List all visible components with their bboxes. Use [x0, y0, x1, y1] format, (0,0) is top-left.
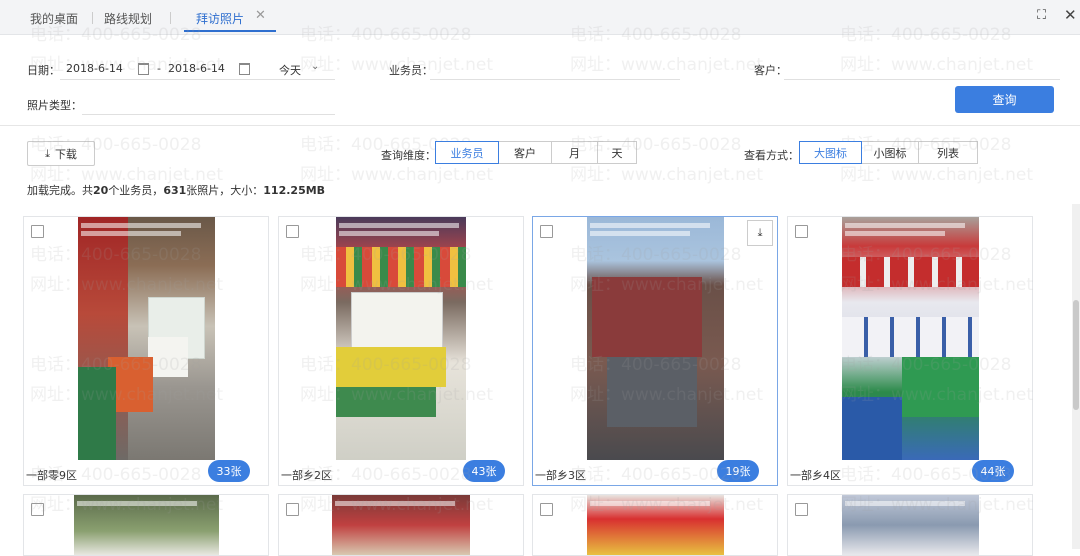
download-button[interactable]: ⤓ 下载: [27, 141, 95, 166]
date-from-input[interactable]: 2018-6-14: [66, 62, 123, 75]
card-checkbox[interactable]: [286, 225, 299, 238]
salesman-input[interactable]: [430, 79, 680, 80]
view-large-icons[interactable]: 大图标: [799, 141, 862, 164]
view-label: 查看方式：: [744, 149, 799, 162]
photo-thumbnail[interactable]: [78, 217, 215, 460]
close-tab-icon[interactable]: ✕: [255, 8, 266, 23]
period-select[interactable]: 今天: [279, 62, 301, 78]
photo-card[interactable]: [532, 494, 778, 556]
close-window-icon[interactable]: ✕: [1064, 6, 1077, 24]
download-label: 下载: [54, 147, 77, 161]
tab-bar: [0, 0, 1080, 35]
photo-card[interactable]: 一部零9区 33张: [23, 216, 269, 486]
photo-card[interactable]: 一部乡4区 44张: [787, 216, 1033, 486]
date-to-input[interactable]: 2018-6-14: [168, 62, 225, 75]
photo-card[interactable]: [23, 494, 269, 556]
photo-card[interactable]: [787, 494, 1033, 556]
photo-count-badge[interactable]: 33张: [208, 460, 250, 482]
photo-count-badge[interactable]: 43张: [463, 460, 505, 482]
photo-card[interactable]: 一部乡2区 43张: [278, 216, 524, 486]
photo-thumbnail[interactable]: [587, 217, 724, 460]
watermark-site: 网址：www.chanjet.net: [840, 55, 1034, 75]
photo-thumbnail[interactable]: [842, 495, 979, 555]
tab-separator: [170, 12, 171, 24]
query-button[interactable]: 查询: [955, 86, 1054, 113]
calendar-icon[interactable]: [138, 63, 149, 75]
salesman-label: 业务员：: [389, 64, 433, 77]
view-segment: 大图标 小图标 列表: [799, 141, 978, 164]
watermark-site: 网址：www.chanjet.net: [570, 55, 764, 75]
photo-thumbnail[interactable]: [332, 495, 470, 555]
view-small-icons[interactable]: 小图标: [861, 141, 919, 164]
load-summary: 加载完成。共20个业务员，631张照片，大小：112.25MB: [27, 184, 326, 197]
card-name: 一部零9区: [26, 469, 77, 482]
calendar-icon[interactable]: [239, 63, 250, 75]
tab-separator: [92, 12, 93, 24]
photo-count-badge[interactable]: 44张: [972, 460, 1014, 482]
customer-label: 客户：: [754, 64, 787, 77]
date-underline: [60, 79, 335, 80]
card-checkbox[interactable]: [540, 225, 553, 238]
photo-card[interactable]: ⤓ 一部乡3区 19张: [532, 216, 778, 486]
photo-type-label: 照片类型：: [27, 99, 82, 112]
card-checkbox[interactable]: [795, 225, 808, 238]
photo-thumbnail[interactable]: [842, 217, 979, 460]
scrollbar-thumb[interactable]: [1073, 300, 1079, 410]
card-name: 一部乡2区: [281, 469, 332, 482]
chevron-down-icon: ⌄: [311, 61, 320, 72]
dimension-label: 查询维度：: [381, 149, 436, 162]
customer-input[interactable]: [784, 79, 1060, 80]
download-icon[interactable]: ⤓: [747, 220, 773, 246]
tab-my-desktop[interactable]: 我的桌面: [30, 10, 78, 27]
card-checkbox[interactable]: [286, 503, 299, 516]
card-checkbox[interactable]: [540, 503, 553, 516]
photo-card[interactable]: [278, 494, 524, 556]
dimension-salesman[interactable]: 业务员: [435, 141, 499, 164]
card-checkbox[interactable]: [31, 225, 44, 238]
section-divider: [0, 125, 1080, 126]
card-name: 一部乡4区: [790, 469, 841, 482]
photo-type-input[interactable]: [82, 114, 335, 115]
view-list[interactable]: 列表: [918, 141, 978, 164]
tab-route-planning[interactable]: 路线规划: [104, 10, 152, 27]
card-name: 一部乡3区: [535, 469, 586, 482]
date-separator: -: [157, 62, 161, 75]
download-icon: ⤓: [45, 146, 50, 160]
photo-count-badge[interactable]: 19张: [717, 460, 759, 482]
dimension-segment: 业务员 客户 月 天: [435, 141, 637, 164]
tab-visit-photos[interactable]: 拜访照片: [196, 10, 244, 27]
photo-thumbnail[interactable]: [74, 495, 219, 555]
photo-thumbnail[interactable]: [336, 217, 466, 460]
dimension-day[interactable]: 天: [597, 141, 637, 164]
date-label: 日期：: [27, 64, 60, 77]
card-checkbox[interactable]: [31, 503, 44, 516]
maximize-icon[interactable]: ⛶: [1037, 8, 1046, 23]
active-tab-indicator: [184, 30, 276, 32]
photo-thumbnail[interactable]: [587, 495, 724, 555]
card-checkbox[interactable]: [795, 503, 808, 516]
dimension-customer[interactable]: 客户: [498, 141, 552, 164]
dimension-month[interactable]: 月: [551, 141, 598, 164]
